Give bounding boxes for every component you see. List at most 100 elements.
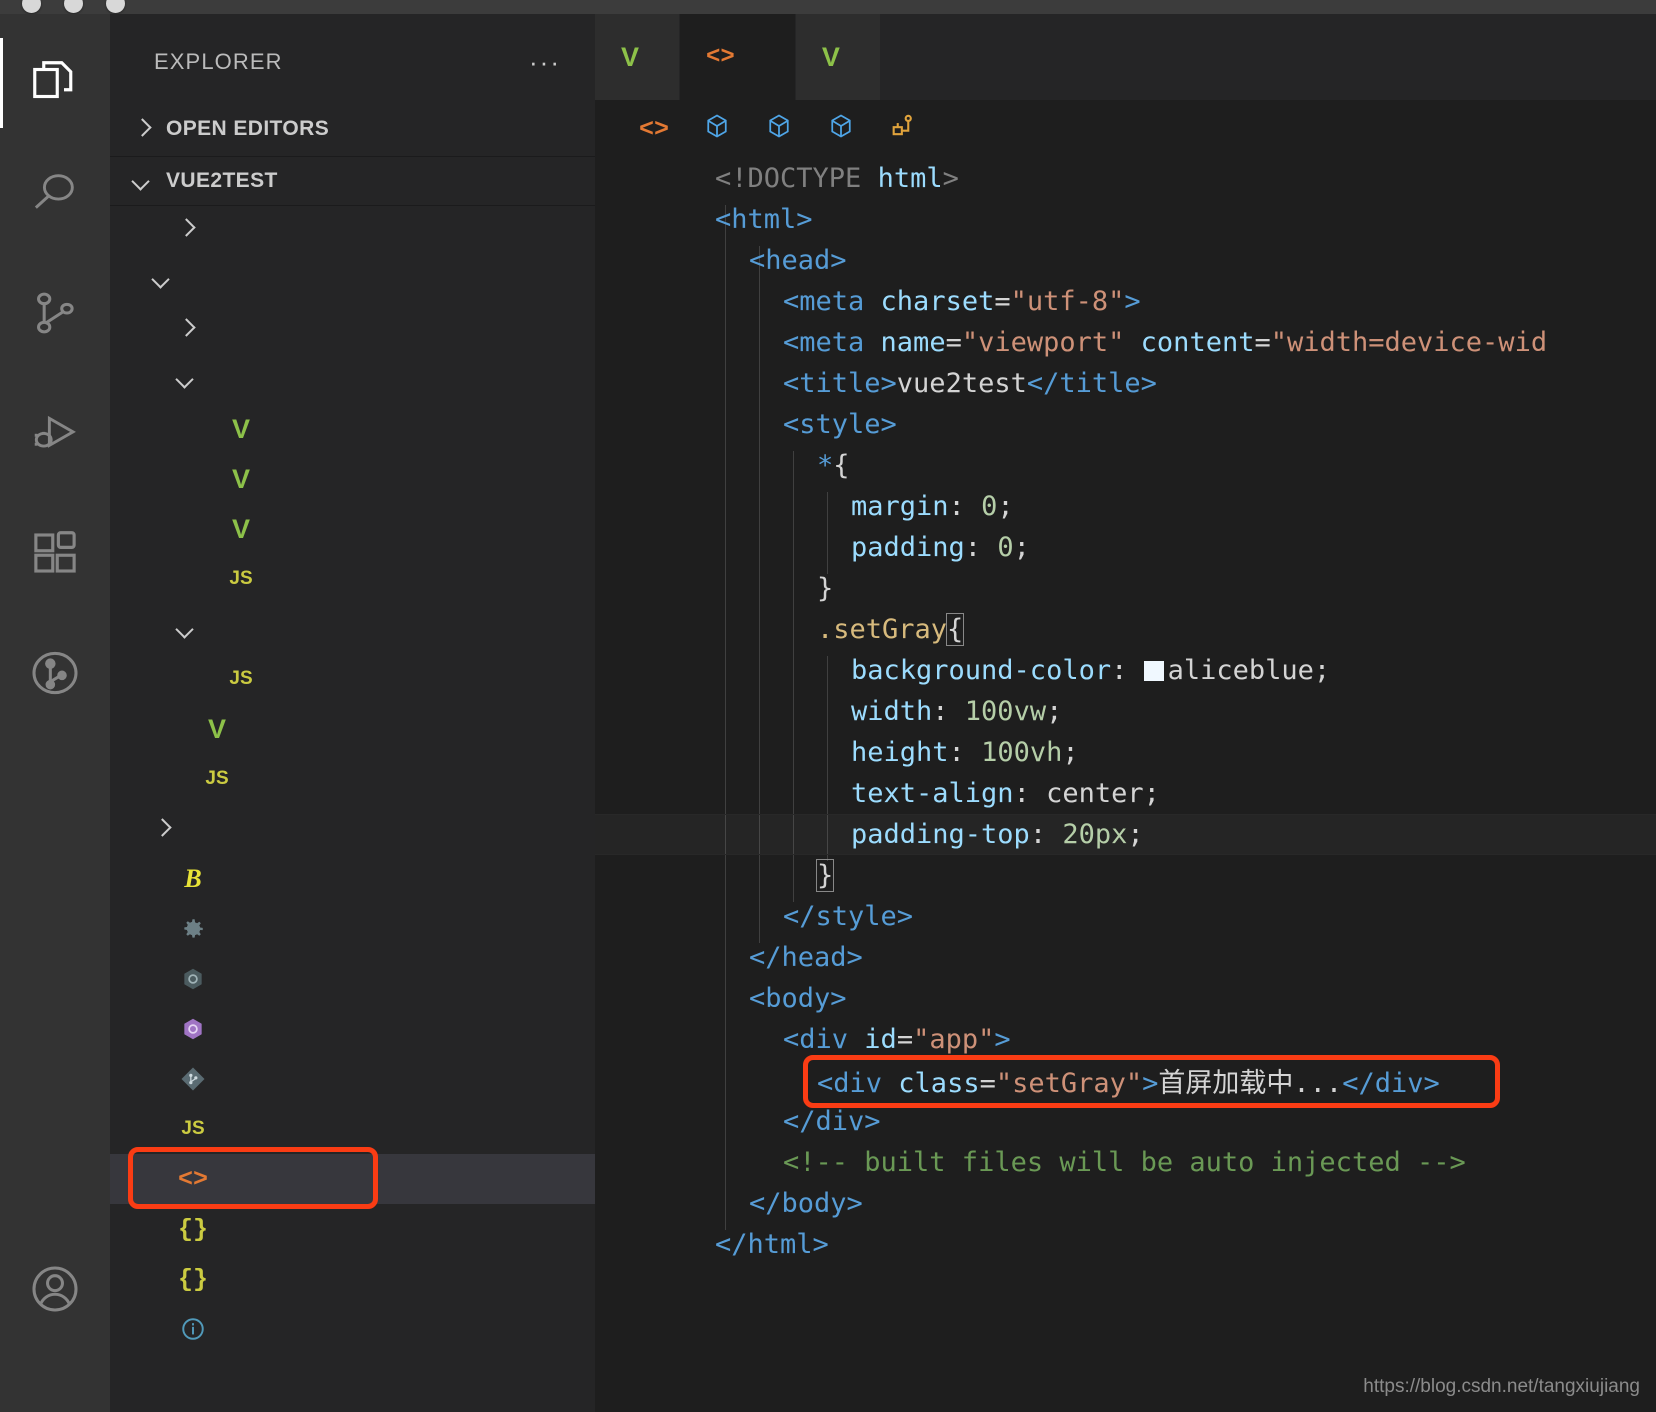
file-tree-item[interactable] bbox=[110, 1304, 595, 1354]
sidebar-section-open-editors[interactable]: OPEN EDITORS bbox=[110, 104, 595, 154]
file-tree-item[interactable] bbox=[110, 254, 595, 304]
file-tree-item[interactable] bbox=[110, 204, 595, 254]
window-maximize-button[interactable] bbox=[106, 0, 125, 13]
code-line[interactable]: </head> bbox=[595, 937, 1656, 978]
activitybar-item-source-control[interactable] bbox=[0, 258, 110, 368]
tree-spacer bbox=[148, 1265, 176, 1293]
file-tree-item[interactable]: V bbox=[110, 454, 595, 504]
code-line[interactable]: <html> bbox=[595, 199, 1656, 240]
code-line-text: <head> bbox=[700, 245, 847, 276]
code-line[interactable]: <body> bbox=[595, 978, 1656, 1019]
code-line[interactable]: padding-top: 20px; bbox=[595, 814, 1656, 855]
editor-tab[interactable]: V bbox=[796, 14, 881, 100]
file-tree-item[interactable]: JS bbox=[110, 554, 595, 604]
breadcrumb-item[interactable] bbox=[703, 112, 741, 147]
code-line[interactable]: </style> bbox=[595, 896, 1656, 937]
breadcrumb-item[interactable] bbox=[889, 112, 927, 147]
code-line[interactable]: <style> bbox=[595, 404, 1656, 445]
code-token: "width=device-wid bbox=[1271, 327, 1547, 358]
code-token: <meta bbox=[783, 286, 864, 317]
code-line[interactable] bbox=[595, 1265, 1656, 1306]
file-tree-item[interactable] bbox=[110, 1004, 595, 1054]
activitybar-item-extensions[interactable] bbox=[0, 498, 110, 608]
code-token: <body> bbox=[749, 983, 847, 1014]
editor-tab[interactable]: <> bbox=[680, 14, 796, 100]
code-token: </div> bbox=[1342, 1068, 1440, 1099]
code-token: </title> bbox=[1027, 368, 1157, 399]
breadcrumb-item[interactable] bbox=[827, 112, 865, 147]
code-token: <div bbox=[817, 1068, 882, 1099]
activitybar-item-test[interactable] bbox=[0, 618, 110, 728]
file-tree-item[interactable] bbox=[110, 1054, 595, 1104]
css-selector-icon bbox=[889, 112, 917, 147]
code-token: ; bbox=[1314, 655, 1330, 686]
code-line[interactable]: text-align: center; bbox=[595, 773, 1656, 814]
code-line[interactable]: height: 100vh; bbox=[595, 732, 1656, 773]
file-tree-item[interactable]: V bbox=[110, 704, 595, 754]
activitybar-item-search[interactable] bbox=[0, 138, 110, 248]
code-line-text: <title>vue2test</title> bbox=[700, 368, 1157, 399]
code-line[interactable]: padding: 0; bbox=[595, 527, 1656, 568]
file-tree-item[interactable]: B bbox=[110, 854, 595, 904]
file-tree-item[interactable]: {} bbox=[110, 1204, 595, 1254]
file-tree-item[interactable]: JS bbox=[110, 754, 595, 804]
file-tree-item[interactable] bbox=[110, 604, 595, 654]
file-tree-item[interactable] bbox=[110, 804, 595, 854]
code-line[interactable]: } bbox=[595, 568, 1656, 609]
chevron-right-icon bbox=[172, 315, 200, 343]
breadcrumb-item[interactable]: <> bbox=[639, 114, 679, 144]
tree-spacer bbox=[196, 565, 224, 593]
code-line[interactable]: <div class="setGray">首屏加载中...</div> bbox=[595, 1060, 1656, 1101]
code-line[interactable]: <!-- built files will be auto injected -… bbox=[595, 1142, 1656, 1183]
code-line[interactable]: <head> bbox=[595, 240, 1656, 281]
code-token bbox=[1124, 327, 1140, 358]
code-line-text: <meta charset="utf-8"> bbox=[700, 286, 1141, 317]
file-tree-item[interactable]: V bbox=[110, 404, 595, 454]
code-line[interactable]: width: 100vw; bbox=[595, 691, 1656, 732]
tree-spacer bbox=[148, 1115, 176, 1143]
code-line[interactable]: </body> bbox=[595, 1183, 1656, 1224]
code-line[interactable]: <!DOCTYPE html> bbox=[595, 158, 1656, 199]
code-line-text: </style> bbox=[700, 901, 913, 932]
file-tree-item[interactable]: {} bbox=[110, 1254, 595, 1304]
window-minimize-button[interactable] bbox=[64, 0, 83, 13]
chevron-down-icon bbox=[148, 265, 176, 293]
more-actions-icon[interactable]: ··· bbox=[529, 57, 561, 67]
code-line[interactable]: <div id="app"> bbox=[595, 1019, 1656, 1060]
file-tree-item[interactable] bbox=[110, 954, 595, 1004]
activitybar-item-run-and-debug[interactable] bbox=[0, 378, 110, 488]
window-close-button[interactable] bbox=[22, 0, 41, 13]
code-line[interactable]: </div> bbox=[595, 1101, 1656, 1142]
code-line[interactable]: margin: 0; bbox=[595, 486, 1656, 527]
code-token: ; bbox=[1046, 696, 1062, 727]
cube-icon bbox=[765, 112, 793, 147]
code-token: center bbox=[1046, 778, 1144, 809]
vue-file-icon: V bbox=[822, 42, 840, 73]
file-tree-item[interactable]: <> bbox=[110, 1154, 595, 1204]
activitybar-item-account[interactable] bbox=[0, 1234, 110, 1344]
file-tree-item[interactable]: JS bbox=[110, 654, 595, 704]
file-tree-item[interactable] bbox=[110, 354, 595, 404]
editor-tab[interactable]: V bbox=[595, 14, 680, 100]
code-line[interactable]: *{ bbox=[595, 445, 1656, 486]
code-line[interactable]: <meta charset="utf-8"> bbox=[595, 281, 1656, 322]
file-tree-item[interactable]: V bbox=[110, 504, 595, 554]
tree-spacer bbox=[172, 715, 200, 743]
vue-file-icon: V bbox=[224, 412, 258, 446]
html-file-icon: <> bbox=[176, 1162, 210, 1196]
code-line[interactable]: .setGray{ bbox=[595, 609, 1656, 650]
code-line[interactable]: background-color: aliceblue; bbox=[595, 650, 1656, 691]
breadcrumb-item[interactable] bbox=[765, 112, 803, 147]
code-editor-content[interactable]: <!DOCTYPE html><html> <head> <meta charset… bbox=[595, 158, 1656, 1412]
sidebar-section-vue2test[interactable]: VUE2TEST bbox=[110, 156, 595, 206]
code-line[interactable]: } bbox=[595, 855, 1656, 896]
code-line[interactable]: <title>vue2test</title> bbox=[595, 363, 1656, 404]
code-token: 0 bbox=[981, 491, 997, 522]
extensions-icon bbox=[28, 526, 82, 580]
file-tree-item[interactable] bbox=[110, 904, 595, 954]
activitybar-item-explorer[interactable] bbox=[0, 28, 110, 138]
code-line[interactable]: <meta name="viewport" content="width=dev… bbox=[595, 322, 1656, 363]
code-line[interactable]: </html> bbox=[595, 1224, 1656, 1265]
file-tree-item[interactable]: JS bbox=[110, 1104, 595, 1154]
file-tree-item[interactable] bbox=[110, 304, 595, 354]
